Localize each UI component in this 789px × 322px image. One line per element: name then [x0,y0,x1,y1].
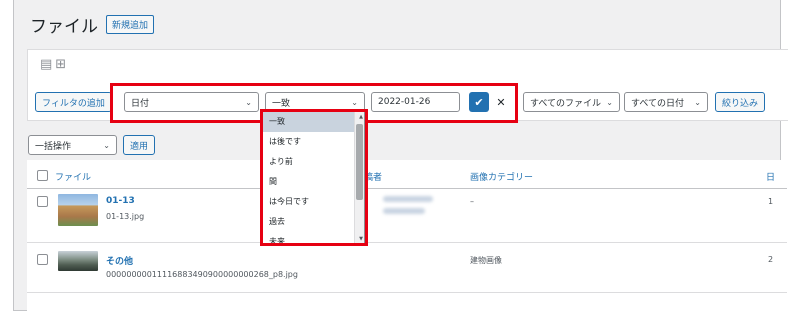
list-view-icon[interactable]: ▤ [40,57,55,72]
all-files-select[interactable]: すべてのファイル ⌄ [523,92,620,112]
chevron-down-icon: ⌄ [103,140,110,150]
file-name: 01-13.jpg [106,212,145,221]
all-files-value: すべてのファイル [530,98,602,109]
thumbnail-image[interactable] [58,194,98,226]
chevron-down-icon: ⌄ [606,97,613,107]
view-switcher: ▤⊞ [40,57,69,72]
all-dates-value: すべての日付 [631,98,685,109]
row-checkbox[interactable] [37,196,48,207]
select-all-checkbox[interactable] [37,170,48,181]
all-dates-select[interactable]: すべての日付 ⌄ [624,92,708,112]
grid-view-icon[interactable]: ⊞ [55,57,69,72]
thumbnail-image[interactable] [58,251,98,271]
row-checkbox[interactable] [37,254,48,265]
date-cell: 1 [768,197,774,206]
row-divider [27,242,787,243]
add-new-button[interactable]: 新規追加 [106,15,155,34]
category-cell: – [470,197,474,206]
page-header: ファイル 新規追加 [30,12,155,37]
chevron-down-icon: ⌄ [694,97,701,107]
column-date[interactable]: 日 [766,170,775,183]
row-divider [27,292,787,293]
file-name: 00000000011116883490900000000268_p8.jpg [106,270,298,279]
author-blurred [383,196,433,202]
author-blurred [383,208,425,214]
column-file[interactable]: ファイル [55,170,91,183]
table-header-row [27,160,787,189]
file-title-link[interactable]: 01-13 [106,196,135,206]
page-title: ファイル [30,17,98,37]
bulk-action-value: 一括操作 [35,141,72,152]
file-title-link[interactable]: その他 [106,254,133,267]
apply-button[interactable]: 適用 [123,135,156,155]
date-cell: 2 [768,255,774,264]
bulk-action-select[interactable]: 一括操作 ⌄ [28,135,117,155]
category-cell: 建物画像 [470,256,502,265]
dropdown-highlight-box [260,109,368,246]
column-category[interactable]: 画像カテゴリー [470,170,533,183]
narrow-button[interactable]: 絞り込み [715,92,766,112]
add-filter-button[interactable]: フィルタの追加 [35,92,112,112]
